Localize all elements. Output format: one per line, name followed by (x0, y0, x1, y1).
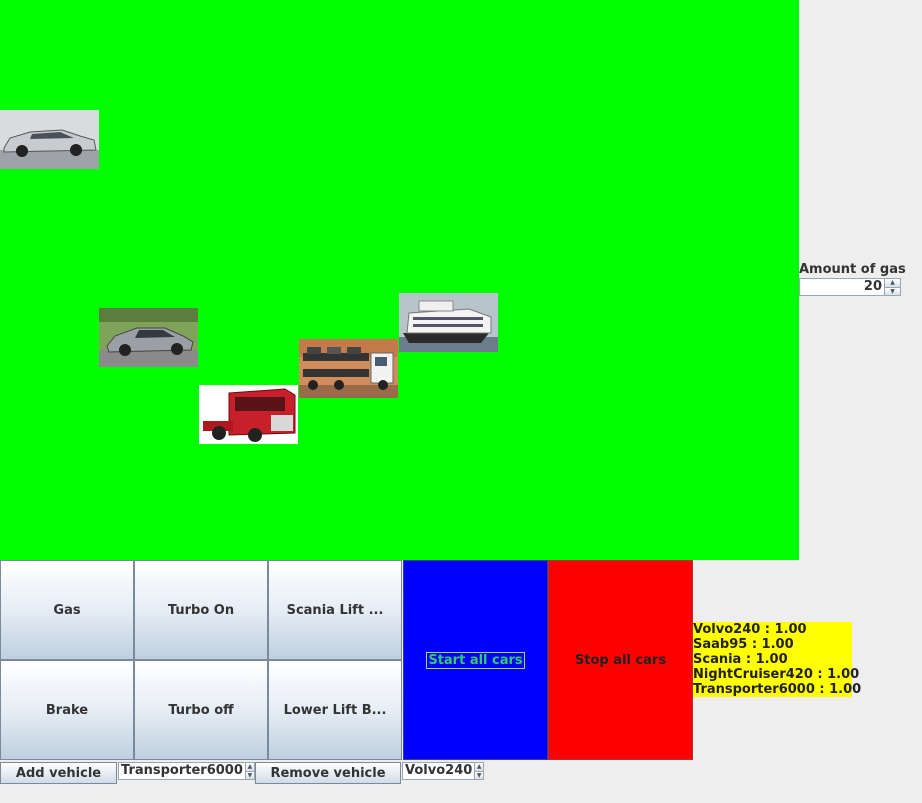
spinner-down-icon[interactable]: ▼ (245, 770, 254, 779)
speed-item: NightCruiser420 : 1.00 (693, 667, 860, 682)
gas-amount-spinner[interactable]: 20 ▲ ▼ (799, 278, 901, 296)
scania-lift-button[interactable]: Scania Lift ... (268, 560, 402, 660)
turbo-off-button[interactable]: Turbo off (134, 660, 268, 760)
add-vehicle-select[interactable]: Transporter6000 ▲ ▼ (118, 762, 255, 780)
speed-list: Volvo240 : 1.00 Saab95 : 1.00 Scania : 1… (693, 622, 862, 697)
add-vehicle-value[interactable]: Transporter6000 (119, 763, 245, 779)
spinner-up-icon[interactable]: ▲ (885, 279, 900, 287)
speed-item: Saab95 : 1.00 (693, 637, 794, 652)
gas-amount-value[interactable]: 20 (800, 279, 884, 295)
remove-vehicle-value[interactable]: Volvo240 (403, 763, 474, 779)
turbo-on-button[interactable]: Turbo On (134, 560, 268, 660)
speed-item: Scania : 1.00 (693, 652, 788, 667)
start-all-cars-label: Start all cars (426, 651, 525, 669)
volvo-car-image (0, 110, 99, 169)
add-vehicle-button[interactable]: Add vehicle (0, 762, 117, 784)
add-select-buttons: ▲ ▼ (244, 763, 254, 779)
spinner-down-icon[interactable]: ▼ (475, 770, 483, 779)
remove-select-buttons: ▲ ▼ (474, 763, 483, 779)
speed-item: Transporter6000 : 1.00 (693, 682, 862, 697)
stop-all-cars-button[interactable]: Stop all cars (548, 560, 693, 760)
scania-truck-image (199, 385, 298, 444)
lower-lift-button[interactable]: Lower Lift B... (268, 660, 402, 760)
ferry-ship-image (399, 293, 498, 352)
gas-button[interactable]: Gas (0, 560, 134, 660)
gas-spinner-buttons: ▲ ▼ (884, 279, 900, 295)
brake-button[interactable]: Brake (0, 660, 134, 760)
gas-amount-label: Amount of gas (799, 262, 906, 277)
spinner-down-icon[interactable]: ▼ (885, 286, 900, 295)
vehicle-canvas (0, 0, 799, 560)
remove-vehicle-button[interactable]: Remove vehicle (255, 762, 401, 784)
car-transporter-image (299, 339, 398, 398)
remove-vehicle-select[interactable]: Volvo240 ▲ ▼ (402, 762, 484, 780)
saab-car-image (99, 308, 198, 367)
speed-item: Volvo240 : 1.00 (693, 622, 807, 637)
spinner-up-icon[interactable]: ▲ (245, 763, 254, 771)
start-all-cars-button[interactable]: Start all cars (403, 560, 548, 760)
spinner-up-icon[interactable]: ▲ (475, 763, 483, 771)
